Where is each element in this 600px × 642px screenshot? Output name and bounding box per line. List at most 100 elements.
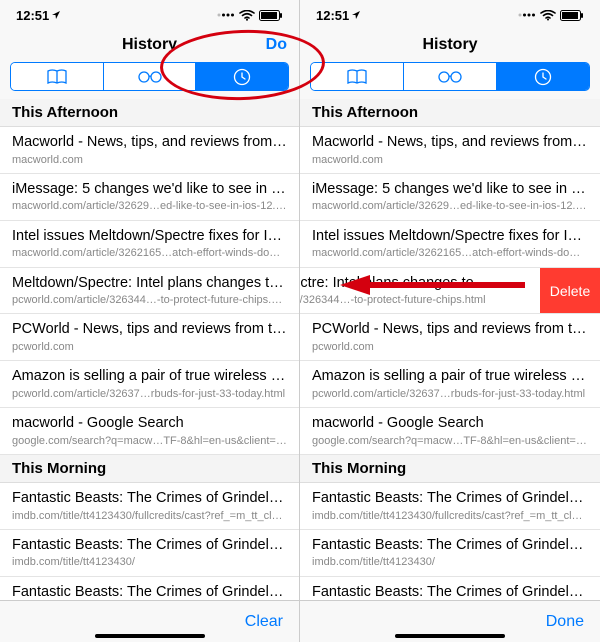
history-row[interactable]: Fantastic Beasts: The Crimes of Grindelw… bbox=[300, 483, 600, 530]
tab-bookmarks[interactable] bbox=[11, 63, 104, 90]
tab-bookmarks[interactable] bbox=[311, 63, 404, 90]
section-header-morning: This Morning bbox=[0, 455, 299, 483]
history-row[interactable]: iMessage: 5 changes we'd like to see in … bbox=[0, 174, 299, 221]
item-title: PCWorld - News, tips and reviews from th… bbox=[312, 320, 588, 340]
item-url: imdb.com/title/tt4123430/fullcredits/cas… bbox=[12, 509, 287, 523]
history-row[interactable]: Fantastic Beasts: The Crimes of Grindelw… bbox=[300, 577, 600, 600]
delete-button[interactable]: Delete bbox=[540, 268, 600, 314]
item-url: om/article/326344…-to-protect-future-chi… bbox=[300, 293, 528, 307]
item-title: Intel issues Meltdown/Spectre fixes for … bbox=[312, 227, 588, 247]
history-row[interactable]: Intel issues Meltdown/Spectre fixes for … bbox=[300, 221, 600, 268]
history-row[interactable]: iMessage: 5 changes we'd like to see in … bbox=[300, 174, 600, 221]
item-url: imdb.com/title/tt4123430/fullcredits/cas… bbox=[312, 509, 588, 523]
segmented-control bbox=[10, 62, 289, 91]
location-icon bbox=[51, 10, 61, 20]
history-row[interactable]: Amazon is selling a pair of true wireles… bbox=[300, 361, 600, 408]
glasses-icon bbox=[437, 70, 463, 84]
item-url: pcworld.com bbox=[312, 340, 588, 354]
nav-title: History bbox=[122, 36, 177, 54]
section-header-afternoon: This Afternoon bbox=[300, 99, 600, 127]
item-title: Macworld - News, tips, and reviews from … bbox=[12, 133, 287, 153]
history-row[interactable]: PCWorld - News, tips and reviews from th… bbox=[300, 314, 600, 361]
history-row[interactable]: Fantastic Beasts: The Crimes of Grindelw… bbox=[0, 577, 299, 600]
history-row[interactable]: Fantastic Beasts: The Crimes of Grindelw… bbox=[0, 483, 299, 530]
item-title: Fantastic Beasts: The Crimes of Grindelw… bbox=[312, 489, 588, 509]
item-url: pcworld.com bbox=[12, 340, 287, 354]
tab-history[interactable] bbox=[196, 63, 288, 90]
item-url: macworld.com/article/32629…ed-like-to-se… bbox=[312, 199, 588, 213]
clock-icon bbox=[233, 68, 251, 86]
done-button[interactable]: Done bbox=[546, 613, 584, 631]
item-url: google.com/search?q=macw…TF-8&hl=en-us&c… bbox=[12, 434, 287, 448]
history-row[interactable]: Intel issues Meltdown/Spectre fixes for … bbox=[0, 221, 299, 268]
glasses-icon bbox=[137, 70, 163, 84]
item-title: Macworld - News, tips, and reviews from … bbox=[312, 133, 588, 153]
item-title: iMessage: 5 changes we'd like to see in … bbox=[312, 180, 588, 200]
home-indicator[interactable] bbox=[95, 634, 205, 638]
battery-icon bbox=[560, 10, 584, 21]
nav-title: History bbox=[422, 36, 477, 54]
nav-header: History bbox=[300, 28, 600, 62]
home-indicator[interactable] bbox=[395, 634, 505, 638]
history-row[interactable]: Amazon is selling a pair of true wireles… bbox=[0, 361, 299, 408]
wifi-icon bbox=[239, 10, 255, 21]
item-title: Meltdown/Spectre: Intel plans changes to… bbox=[12, 274, 287, 294]
item-url: macworld.com/article/3262165…atch-effort… bbox=[12, 246, 287, 260]
side-by-side-container: 12:51 History Do bbox=[0, 0, 600, 642]
item-url: imdb.com/title/tt4123430/ bbox=[12, 555, 287, 569]
phone-right: 12:51 History bbox=[300, 0, 600, 642]
location-icon bbox=[351, 10, 361, 20]
tab-history[interactable] bbox=[497, 63, 589, 90]
item-title: Fantastic Beasts: The Crimes of Grindelw… bbox=[312, 536, 588, 556]
history-row[interactable]: macworld - Google Search google.com/sear… bbox=[0, 408, 299, 455]
done-button[interactable]: Do bbox=[266, 36, 287, 54]
cell-signal-icon bbox=[217, 10, 235, 20]
item-title: Amazon is selling a pair of true wireles… bbox=[12, 367, 287, 387]
history-list[interactable]: This Afternoon Macworld - News, tips, an… bbox=[300, 99, 600, 600]
item-title: Fantastic Beasts: The Crimes of Grindelw… bbox=[312, 583, 588, 600]
item-title: Amazon is selling a pair of true wireles… bbox=[312, 367, 588, 387]
status-bar: 12:51 bbox=[0, 0, 299, 28]
item-title: macworld - Google Search bbox=[312, 414, 588, 434]
item-title: Fantastic Beasts: The Crimes of Grindelw… bbox=[12, 489, 287, 509]
history-list[interactable]: This Afternoon Macworld - News, tips, an… bbox=[0, 99, 299, 600]
tab-reading-list[interactable] bbox=[104, 63, 197, 90]
status-right bbox=[518, 10, 584, 21]
book-icon bbox=[346, 69, 368, 85]
clock-icon bbox=[534, 68, 552, 86]
item-url: google.com/search?q=macw…TF-8&hl=en-us&c… bbox=[312, 434, 588, 448]
item-title: macworld - Google Search bbox=[12, 414, 287, 434]
history-row[interactable]: Fantastic Beasts: The Crimes of Grindelw… bbox=[300, 530, 600, 577]
item-title: Fantastic Beasts: The Crimes of Grindelw… bbox=[12, 536, 287, 556]
item-title: wn/Spectre: Intel plans changes to… bbox=[300, 274, 528, 294]
item-url: macworld.com bbox=[312, 153, 588, 167]
history-row[interactable]: macworld - Google Search google.com/sear… bbox=[300, 408, 600, 455]
history-row[interactable]: PCWorld - News, tips and reviews from th… bbox=[0, 314, 299, 361]
status-time: 12:51 bbox=[16, 8, 49, 23]
section-header-afternoon: This Afternoon bbox=[0, 99, 299, 127]
item-title: Intel issues Meltdown/Spectre fixes for … bbox=[12, 227, 287, 247]
cell-signal-icon bbox=[518, 10, 536, 20]
item-url: macworld.com bbox=[12, 153, 287, 167]
history-row-swiped[interactable]: wn/Spectre: Intel plans changes to… om/a… bbox=[300, 268, 600, 315]
tab-reading-list[interactable] bbox=[404, 63, 497, 90]
status-right bbox=[217, 10, 283, 21]
history-row[interactable]: Macworld - News, tips, and reviews from … bbox=[300, 127, 600, 174]
item-title: PCWorld - News, tips and reviews from th… bbox=[12, 320, 287, 340]
item-url: macworld.com/article/3262165…atch-effort… bbox=[312, 246, 588, 260]
item-title: Fantastic Beasts: The Crimes of Grindelw… bbox=[12, 583, 287, 600]
item-url: macworld.com/article/32629…ed-like-to-se… bbox=[12, 199, 287, 213]
item-url: pcworld.com/article/32637…rbuds-for-just… bbox=[12, 387, 287, 401]
clear-button[interactable]: Clear bbox=[245, 613, 283, 631]
history-row[interactable]: Meltdown/Spectre: Intel plans changes to… bbox=[0, 268, 299, 315]
wifi-icon bbox=[540, 10, 556, 21]
history-row[interactable]: Fantastic Beasts: The Crimes of Grindelw… bbox=[0, 530, 299, 577]
history-row[interactable]: Macworld - News, tips, and reviews from … bbox=[0, 127, 299, 174]
battery-icon bbox=[259, 10, 283, 21]
phone-left: 12:51 History Do bbox=[0, 0, 300, 642]
status-time: 12:51 bbox=[316, 8, 349, 23]
status-bar: 12:51 bbox=[300, 0, 600, 28]
book-icon bbox=[46, 69, 68, 85]
item-title: iMessage: 5 changes we'd like to see in … bbox=[12, 180, 287, 200]
item-url: imdb.com/title/tt4123430/ bbox=[312, 555, 588, 569]
